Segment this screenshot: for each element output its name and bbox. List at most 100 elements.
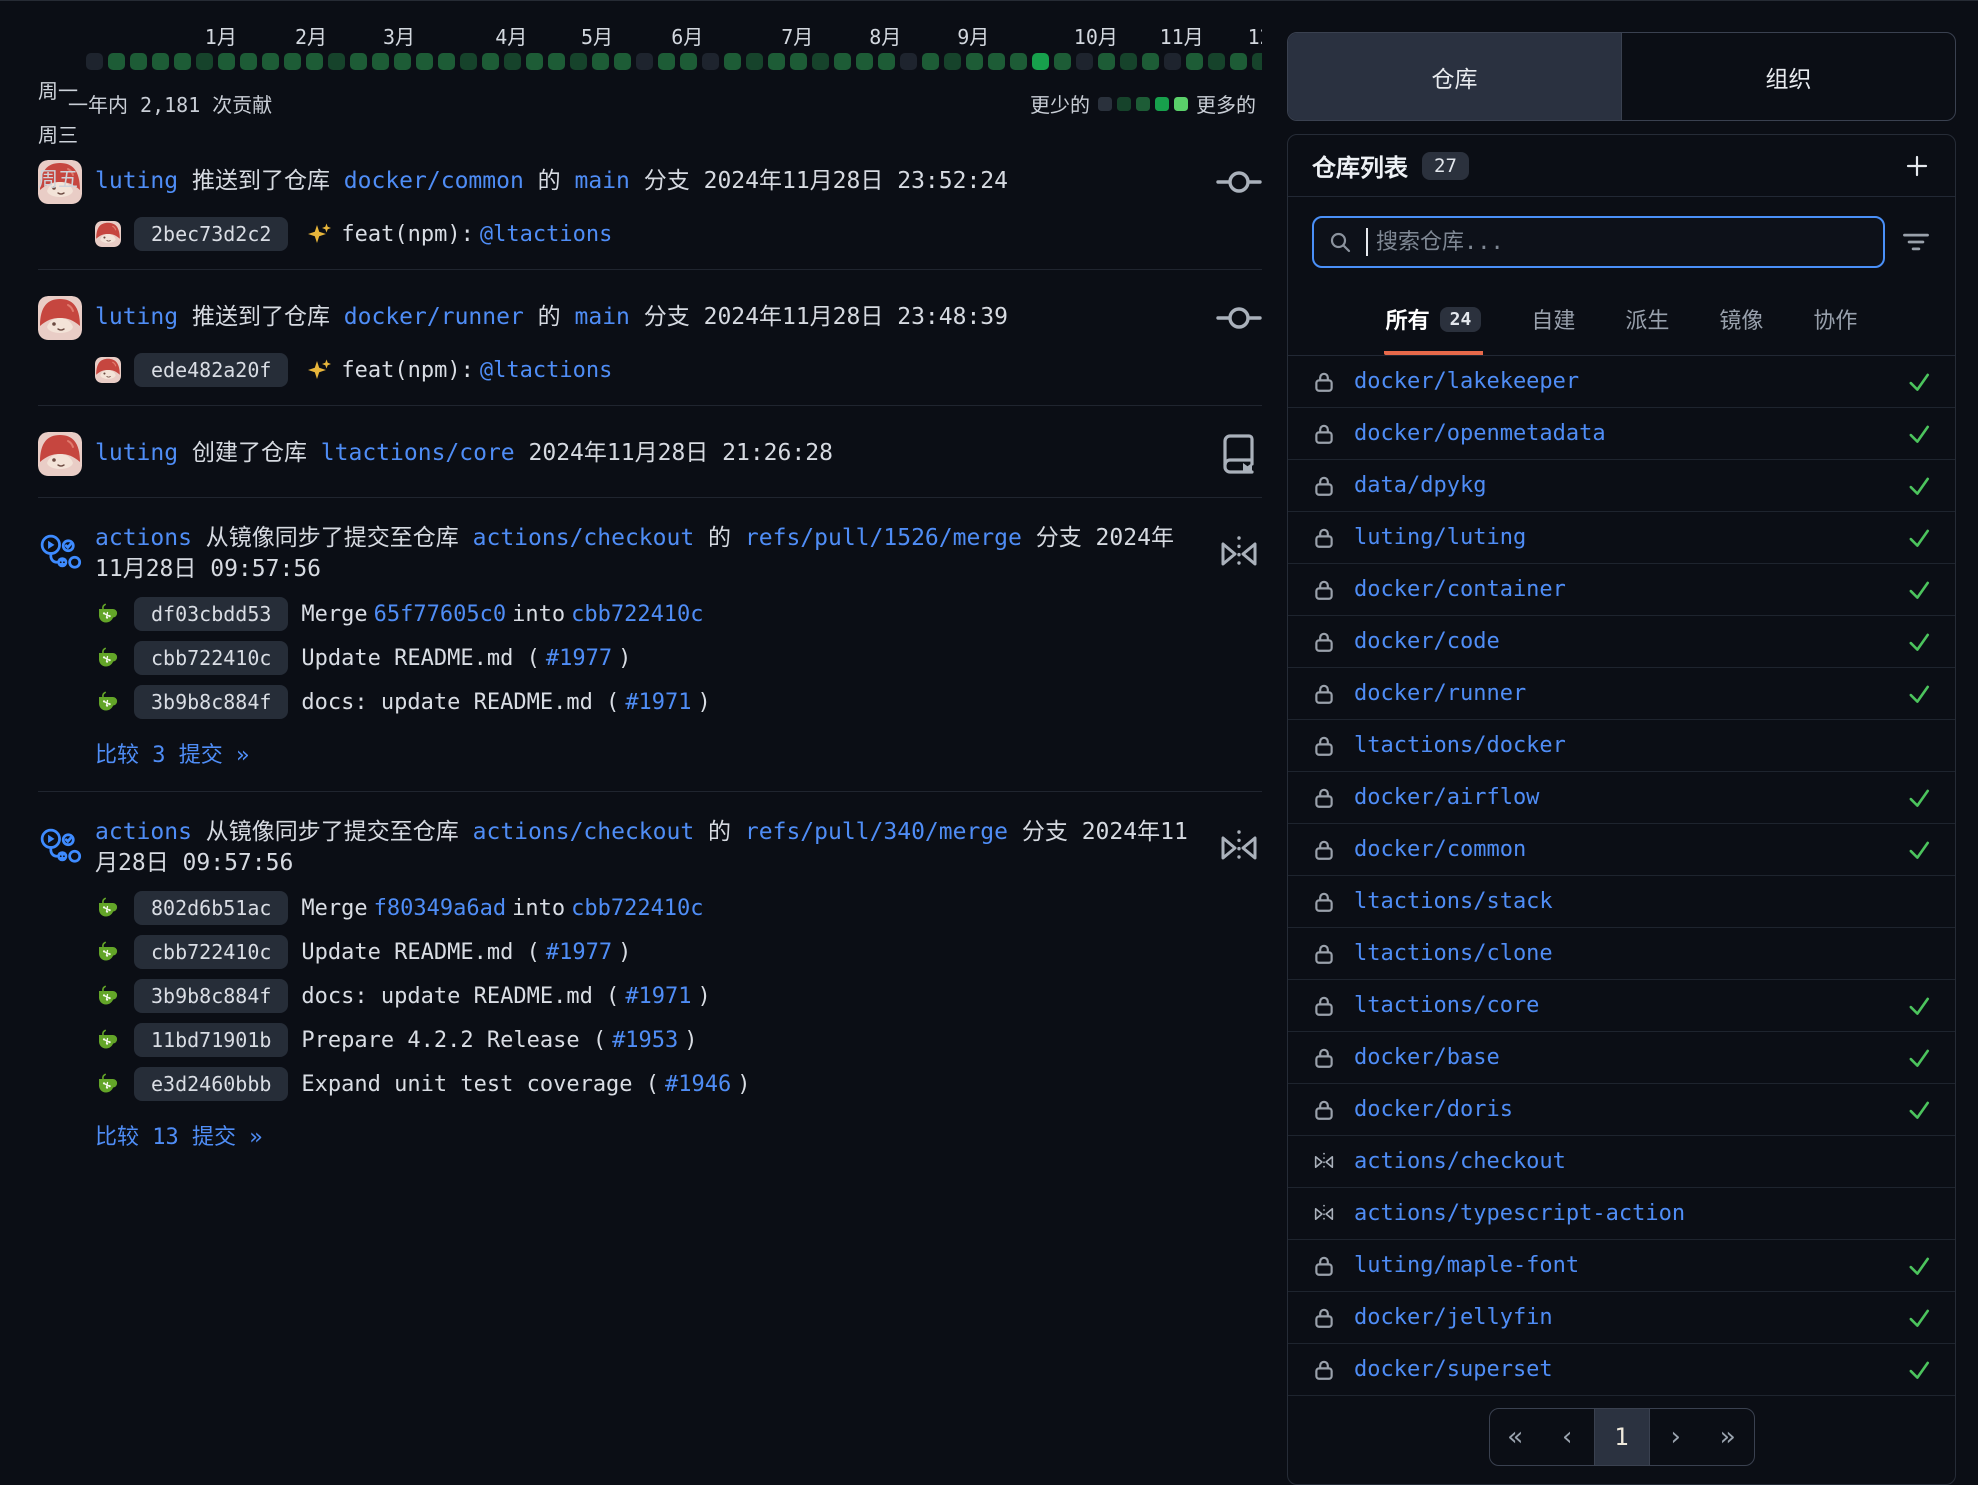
repo-link[interactable]: docker/base xyxy=(1354,1045,1500,1070)
repo-link[interactable]: docker/runner xyxy=(1354,681,1526,706)
heatmap-cell[interactable] xyxy=(240,53,257,70)
first-page-button[interactable]: « xyxy=(1490,1409,1542,1465)
repo-link[interactable]: docker/common xyxy=(1354,837,1526,862)
heatmap-cell[interactable] xyxy=(1142,53,1159,70)
feed-link[interactable]: #1953 xyxy=(612,1028,678,1053)
repo-link[interactable]: docker/doris xyxy=(1354,1097,1513,1122)
heatmap-cell[interactable] xyxy=(1164,53,1181,70)
heatmap-cell[interactable] xyxy=(1120,53,1137,70)
repo-search-input[interactable] xyxy=(1376,230,1869,255)
heatmap-cell[interactable] xyxy=(504,53,521,70)
tab-organizations[interactable]: 组织 xyxy=(1621,33,1955,120)
repo-filter-tab[interactable]: 所有24 xyxy=(1384,295,1484,355)
feed-link[interactable]: #1971 xyxy=(625,690,691,715)
feed-link[interactable]: refs/pull/1526/merge xyxy=(745,525,1022,551)
heatmap-cell[interactable] xyxy=(680,53,697,70)
repo-link[interactable]: docker/superset xyxy=(1354,1357,1553,1382)
repo-link[interactable]: docker/code xyxy=(1354,629,1500,654)
repo-link[interactable]: ltactions/clone xyxy=(1354,941,1553,966)
heatmap-cell[interactable] xyxy=(988,53,1005,70)
compare-commits-link[interactable]: 比较 13 提交 » xyxy=(95,1119,262,1151)
heatmap-cell[interactable] xyxy=(1054,53,1071,70)
feed-link[interactable]: actions xyxy=(95,819,192,845)
heatmap-cell[interactable] xyxy=(1032,53,1049,70)
heatmap-grid[interactable] xyxy=(86,53,1262,75)
heatmap-cell[interactable] xyxy=(460,53,477,70)
feed-link[interactable]: luting xyxy=(95,304,178,330)
heatmap-cell[interactable] xyxy=(570,53,587,70)
repo-search-box[interactable] xyxy=(1312,216,1885,268)
heatmap-cell[interactable] xyxy=(614,53,631,70)
heatmap-cell[interactable] xyxy=(834,53,851,70)
commit-hash-badge[interactable]: e3d2460bbb xyxy=(134,1067,288,1101)
feed-link[interactable]: actions xyxy=(95,525,192,551)
heatmap-cell[interactable] xyxy=(878,53,895,70)
heatmap-cell[interactable] xyxy=(548,53,565,70)
feed-link[interactable]: #1971 xyxy=(625,984,691,1009)
feed-link[interactable]: luting xyxy=(95,440,178,466)
feed-link[interactable]: actions/checkout xyxy=(473,525,695,551)
heatmap-cell[interactable] xyxy=(394,53,411,70)
repo-link[interactable]: ltactions/core xyxy=(1354,993,1539,1018)
next-page-button[interactable]: › xyxy=(1650,1409,1702,1465)
commit-hash-badge[interactable]: 3b9b8c884f xyxy=(134,685,288,719)
feed-link[interactable]: ltactions/core xyxy=(321,440,515,466)
heatmap-cell[interactable] xyxy=(526,53,543,70)
heatmap-cell[interactable] xyxy=(944,53,961,70)
feed-link[interactable]: #1977 xyxy=(546,646,612,671)
heatmap-cell[interactable] xyxy=(1252,53,1262,70)
filter-button[interactable] xyxy=(1901,227,1931,257)
heatmap-cell[interactable] xyxy=(438,53,455,70)
heatmap-cell[interactable] xyxy=(900,53,917,70)
repo-link[interactable]: docker/airflow xyxy=(1354,785,1539,810)
repo-filter-tab[interactable]: 协作 xyxy=(1811,295,1859,355)
commit-hash-badge[interactable]: ede482a20f xyxy=(134,353,288,387)
heatmap-cell[interactable] xyxy=(658,53,675,70)
feed-link[interactable]: docker/common xyxy=(344,168,524,194)
commit-hash-badge[interactable]: cbb722410c xyxy=(134,935,288,969)
heatmap-cell[interactable] xyxy=(702,53,719,70)
heatmap-cell[interactable] xyxy=(966,53,983,70)
actor-avatar[interactable] xyxy=(38,826,82,870)
feed-link[interactable]: main xyxy=(575,304,630,330)
feed-link[interactable]: @ltactions xyxy=(480,358,612,383)
repo-link[interactable]: luting/luting xyxy=(1354,525,1526,550)
repo-link[interactable]: docker/lakekeeper xyxy=(1354,369,1579,394)
feed-link[interactable]: actions/checkout xyxy=(473,819,695,845)
heatmap-cell[interactable] xyxy=(1230,53,1247,70)
repo-link[interactable]: docker/jellyfin xyxy=(1354,1305,1553,1330)
repo-link[interactable]: docker/container xyxy=(1354,577,1566,602)
heatmap-cell[interactable] xyxy=(1076,53,1093,70)
heatmap-cell[interactable] xyxy=(196,53,213,70)
heatmap-cell[interactable] xyxy=(328,53,345,70)
repo-filter-tab[interactable]: 镜像 xyxy=(1717,295,1765,355)
tab-repositories[interactable]: 仓库 xyxy=(1288,33,1621,120)
commit-hash-badge[interactable]: 2bec73d2c2 xyxy=(134,217,288,251)
last-page-button[interactable]: » xyxy=(1702,1409,1754,1465)
heatmap-cell[interactable] xyxy=(592,53,609,70)
feed-link[interactable]: #1946 xyxy=(665,1072,731,1097)
heatmap-cell[interactable] xyxy=(482,53,499,70)
feed-link[interactable]: @ltactions xyxy=(480,222,612,247)
repo-link[interactable]: docker/openmetadata xyxy=(1354,421,1606,446)
commit-hash-badge[interactable]: 11bd71901b xyxy=(134,1023,288,1057)
compare-commits-link[interactable]: 比较 3 提交 » xyxy=(95,737,249,769)
heatmap-cell[interactable] xyxy=(746,53,763,70)
heatmap-cell[interactable] xyxy=(284,53,301,70)
heatmap-cell[interactable] xyxy=(1208,53,1225,70)
heatmap-cell[interactable] xyxy=(130,53,147,70)
heatmap-cell[interactable] xyxy=(108,53,125,70)
feed-link[interactable]: docker/runner xyxy=(344,304,524,330)
feed-link[interactable]: #1977 xyxy=(546,940,612,965)
actor-avatar[interactable] xyxy=(38,432,82,476)
feed-link[interactable]: f80349a6ad xyxy=(374,896,506,921)
heatmap-cell[interactable] xyxy=(218,53,235,70)
repo-link[interactable]: ltactions/docker xyxy=(1354,733,1566,758)
heatmap-cell[interactable] xyxy=(350,53,367,70)
feed-link[interactable]: cbb722410c xyxy=(571,602,703,627)
heatmap-cell[interactable] xyxy=(262,53,279,70)
heatmap-cell[interactable] xyxy=(724,53,741,70)
heatmap-cell[interactable] xyxy=(636,53,653,70)
commit-hash-badge[interactable]: df03cbdd53 xyxy=(134,597,288,631)
repo-link[interactable]: ltactions/stack xyxy=(1354,889,1553,914)
